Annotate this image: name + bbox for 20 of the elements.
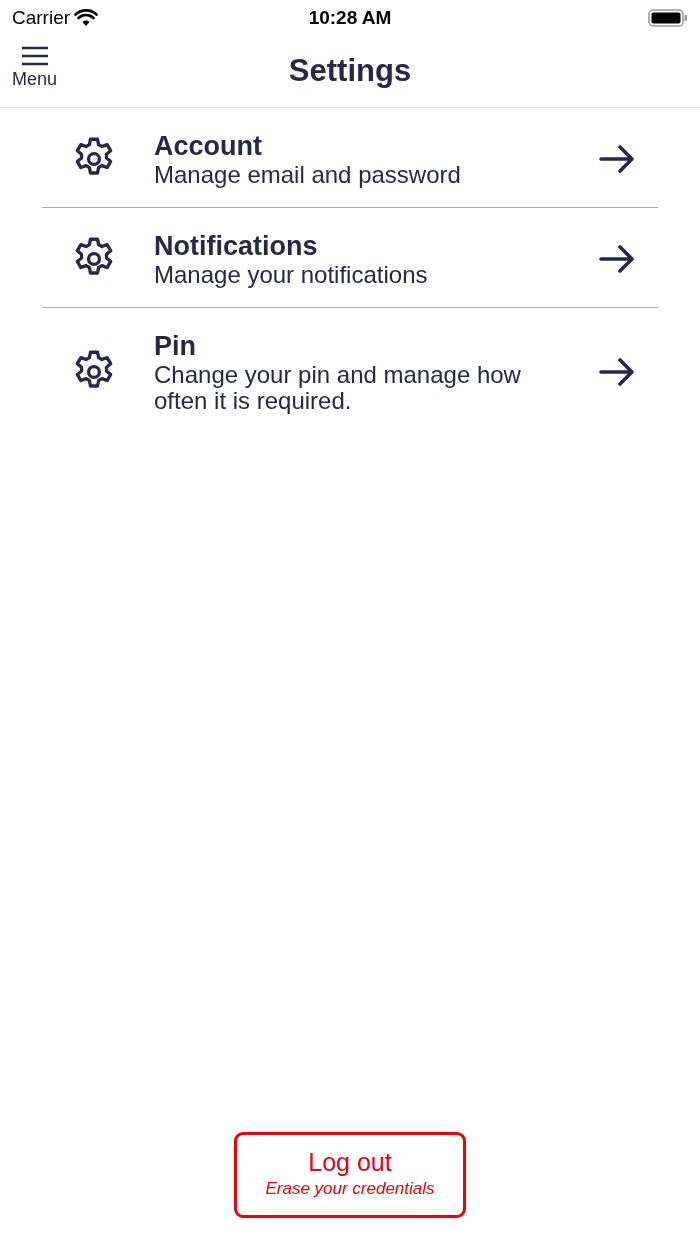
row-title: Notifications [154,229,319,263]
menu-icon [20,46,49,66]
row-description: Manage email and password [154,162,462,189]
settings-row[interactable]: Notifications Manage your notifications [42,207,658,308]
wifi-icon [74,9,99,27]
logout-button[interactable]: Log out Erase your credentials [234,1132,466,1218]
menu-button[interactable]: Menu [12,46,58,90]
carrier-label: Carrier [12,5,71,30]
arrow-right-icon [598,357,636,388]
arrow-right-icon [598,244,636,275]
row-title: Pin [154,329,197,362]
page-title: Settings [288,52,412,91]
clock-time: 10:28 AM [308,6,392,28]
row-title: Account [154,130,263,163]
settings-row[interactable]: Pin Change your pin and manage how often it is required. [42,307,658,433]
arrow-right-icon [598,144,636,175]
settings-row[interactable]: Account Manage email and password [42,108,658,208]
battery-icon [648,8,688,28]
row-description: Manage your notifications [154,262,429,289]
row-description: Change your pin and manage how often it is required. [154,361,522,415]
